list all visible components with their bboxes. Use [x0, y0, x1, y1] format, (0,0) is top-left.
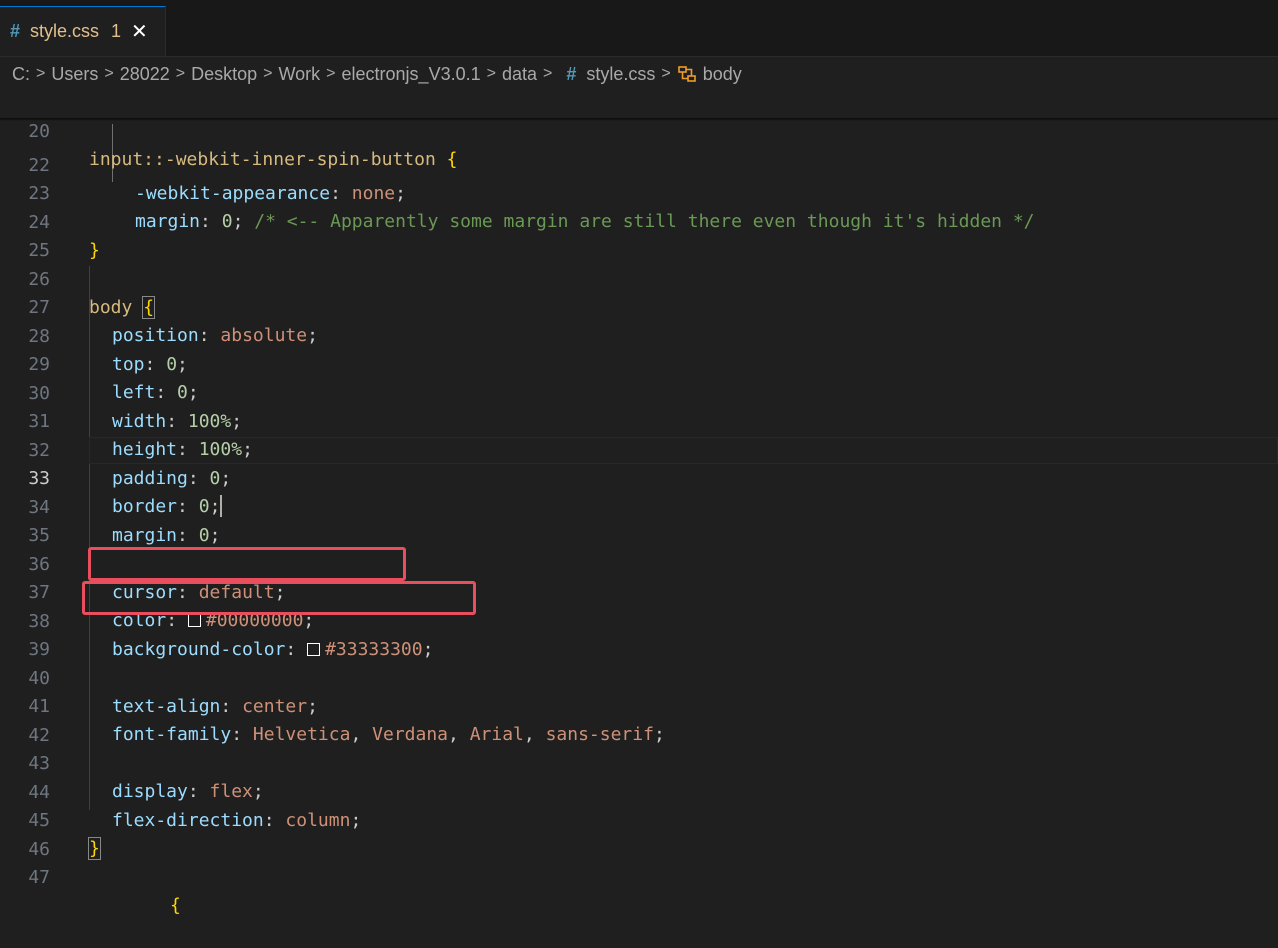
problems-count-badge: 1: [111, 21, 122, 41]
breadcrumb-item-drive[interactable]: C:: [12, 64, 30, 85]
code-line[interactable]: 29 left: 0;: [0, 323, 1278, 403]
code-line[interactable]: 28 top: 0;: [0, 295, 1278, 375]
code-line[interactable]: 44 flex-direction: column;: [0, 751, 1278, 831]
chevron-right-icon: >: [326, 65, 336, 82]
css-brace: {: [446, 149, 458, 170]
css-file-icon: #: [10, 21, 21, 41]
breadcrumb-item-work[interactable]: Work: [279, 64, 321, 85]
breadcrumb-item-user[interactable]: 28022: [120, 64, 170, 85]
chevron-right-icon: >: [263, 65, 273, 82]
sticky-scroll-shadow: [0, 118, 1278, 121]
breadcrumb: C: > Users > 28022 > Desktop > Work > el…: [0, 57, 1278, 91]
code-line[interactable]: 45 }: [0, 779, 1278, 860]
code-line[interactable]: 40 text-align: center;: [0, 637, 1278, 717]
code-line[interactable]: 30 width: 100%;: [0, 352, 1278, 432]
annotation-box-color: [88, 547, 406, 581]
breadcrumb-item-file[interactable]: style.css: [586, 64, 655, 85]
close-icon[interactable]: ✕: [131, 19, 148, 44]
code-line[interactable]: 41 font-family: Helvetica, Verdana, Aria…: [0, 665, 1278, 745]
css-file-icon: #: [566, 63, 577, 84]
tab-filename: style.css: [30, 21, 100, 41]
chevron-right-icon: >: [36, 65, 46, 82]
annotation-box-background-color: [82, 581, 476, 615]
chevron-right-icon: >: [104, 65, 114, 82]
chevron-right-icon: >: [486, 65, 496, 82]
line-number: 47: [28, 867, 50, 888]
tab-bar: # style.css 1 ✕: [0, 0, 1278, 57]
css-selector: input::-webkit-inner-spin-button: [89, 149, 436, 170]
code-line[interactable]: 47 {: [0, 836, 1278, 916]
breadcrumb-item-symbol[interactable]: body: [703, 64, 742, 85]
code-line[interactable]: 34 margin: 0;: [0, 466, 1278, 546]
chevron-right-icon: >: [543, 65, 553, 82]
chevron-right-icon: >: [175, 65, 186, 82]
breadcrumb-item-data[interactable]: data: [502, 64, 537, 85]
code-line[interactable]: 35: [0, 494, 1278, 546]
code-line[interactable]: 43 display: flex;: [0, 722, 1278, 802]
code-line[interactable]: 46: [0, 808, 1278, 860]
code-line[interactable]: 42: [0, 694, 1278, 746]
code-line[interactable]: 26 body {: [0, 238, 1278, 319]
sticky-scroll-line[interactable]: 20 input::-webkit-inner-spin-button {: [0, 90, 1278, 170]
breadcrumb-item-users[interactable]: Users: [51, 64, 98, 85]
code-editor[interactable]: 20 input::-webkit-inner-spin-button { 22…: [0, 90, 1278, 916]
code-line[interactable]: 31 height: 100%;: [0, 380, 1278, 460]
code-line[interactable]: 27 position: absolute;: [0, 266, 1278, 346]
code-line[interactable]: 25: [0, 209, 1278, 261]
tab-style-css[interactable]: # style.css 1 ✕: [0, 6, 166, 56]
css-brace: {: [170, 895, 181, 916]
code-line[interactable]: 32 padding: 0;: [0, 409, 1278, 489]
breadcrumb-item-desktop[interactable]: Desktop: [191, 64, 257, 85]
line-number: 20: [28, 121, 50, 142]
breadcrumb-item-project[interactable]: electronjs_V3.0.1: [342, 64, 481, 85]
chevron-right-icon: >: [661, 65, 671, 82]
symbol-class-icon: [677, 66, 696, 82]
code-line[interactable]: 33 border: 0;: [0, 437, 1278, 517]
code-line[interactable]: 24 }: [0, 181, 1278, 261]
